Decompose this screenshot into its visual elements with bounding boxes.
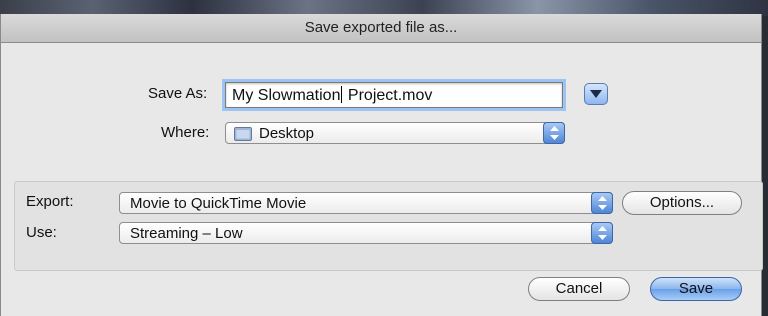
use-label: Use: xyxy=(26,224,57,241)
save-as-label: Save As: xyxy=(148,85,208,102)
folder-icon xyxy=(234,127,252,141)
use-selected: Streaming – Low xyxy=(130,225,243,242)
cancel-button[interactable]: Cancel xyxy=(528,277,630,301)
options-button[interactable]: Options... xyxy=(622,191,742,215)
dialog-title: Save exported file as... xyxy=(1,14,761,43)
save-as-text-before-caret: My Slowmation xyxy=(232,87,341,104)
expand-browser-button[interactable] xyxy=(584,83,608,105)
export-label: Export: xyxy=(26,193,74,210)
where-selected: Desktop xyxy=(259,125,315,142)
where-popup[interactable]: Desktop xyxy=(225,122,565,144)
save-button[interactable]: Save xyxy=(650,277,742,301)
popup-stepper-icon xyxy=(550,126,559,140)
export-options-group: Export: Movie to QuickTime Movie Options… xyxy=(14,181,763,271)
disclosure-triangle-icon xyxy=(590,90,602,98)
popup-stepper-icon xyxy=(598,196,607,210)
use-popup[interactable]: Streaming – Low xyxy=(119,222,613,244)
where-stepper xyxy=(543,122,565,144)
export-selected: Movie to QuickTime Movie xyxy=(130,195,307,212)
export-stepper xyxy=(591,192,613,214)
popup-stepper-icon xyxy=(598,226,607,240)
save-dialog: Save exported file as... Save As: My Slo… xyxy=(0,14,763,316)
save-as-text-after-caret: Project.mov xyxy=(343,87,433,104)
export-popup[interactable]: Movie to QuickTime Movie xyxy=(119,192,613,214)
save-as-field[interactable]: My Slowmation Project.mov xyxy=(225,82,563,108)
use-stepper xyxy=(591,222,613,244)
where-label: Where: xyxy=(161,124,210,141)
